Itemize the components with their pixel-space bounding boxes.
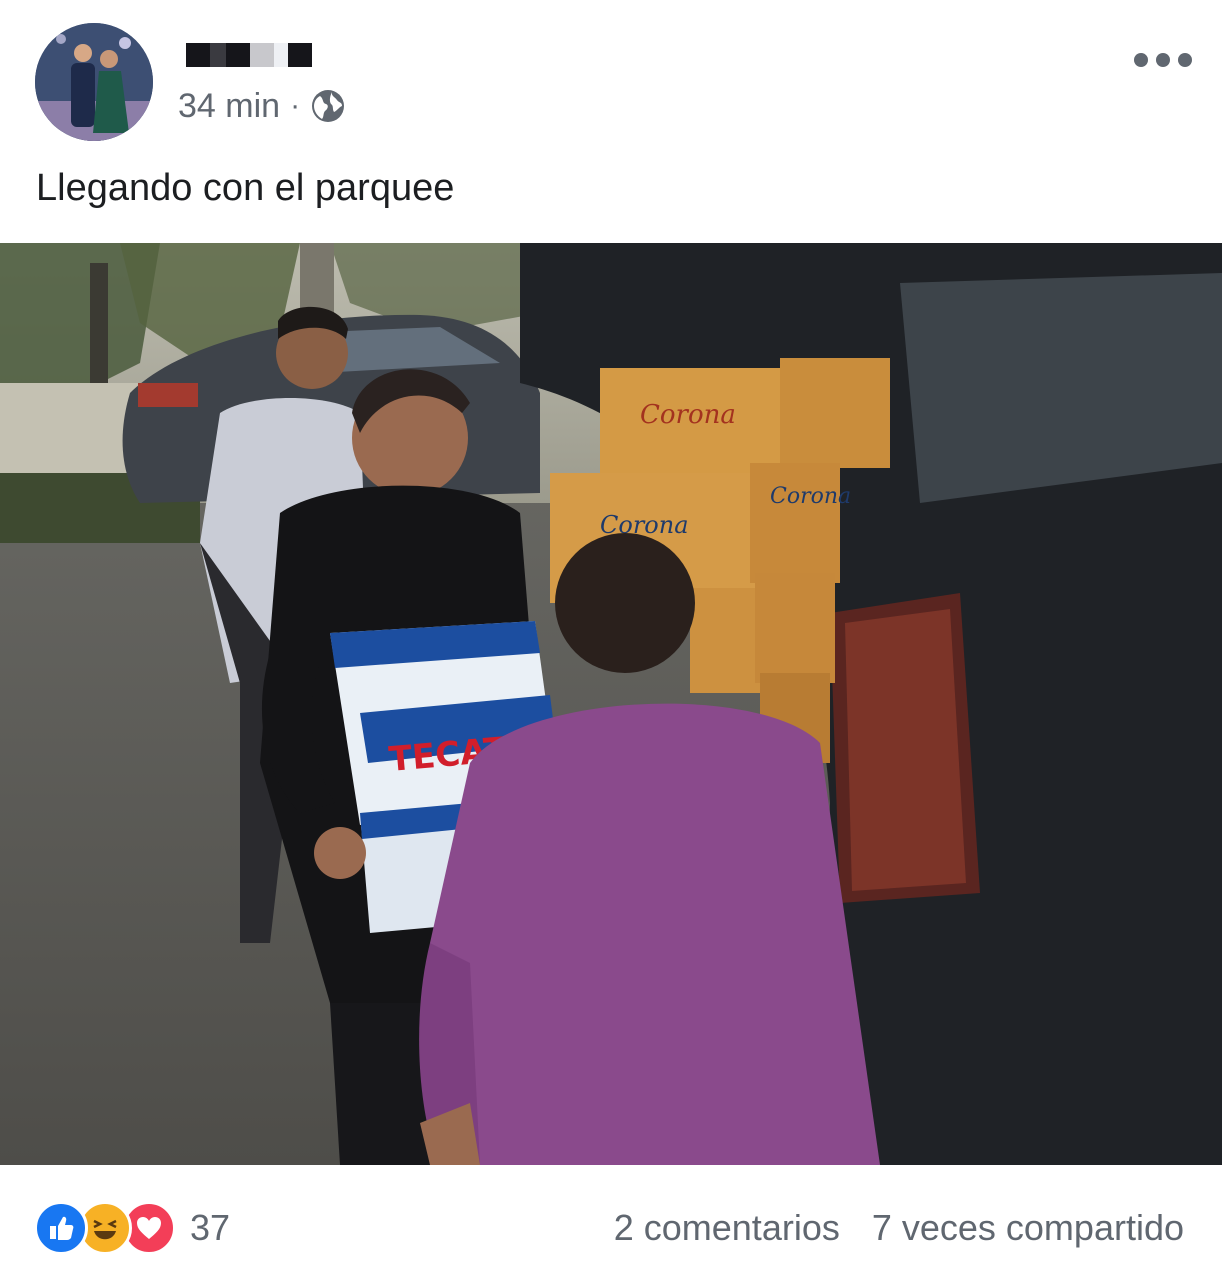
avatar[interactable] bbox=[35, 23, 153, 141]
post-footer: 37 2 comentarios 7 veces compartido bbox=[0, 1165, 1222, 1280]
box-label-1: Corona bbox=[640, 400, 736, 430]
author-name-redacted[interactable] bbox=[186, 43, 312, 67]
post-header: 34 min · bbox=[0, 0, 1222, 150]
globe-icon[interactable] bbox=[310, 88, 346, 124]
post-photo[interactable]: Corona Corona Corona TECATE bbox=[0, 243, 1222, 1165]
reactions-summary[interactable]: 37 bbox=[34, 1201, 231, 1255]
meta-separator: · bbox=[290, 89, 301, 122]
post-time[interactable]: 34 min bbox=[178, 87, 280, 126]
reaction-count: 37 bbox=[190, 1207, 231, 1248]
avatar-photo bbox=[35, 23, 153, 141]
post-text: Llegando con el parquee bbox=[36, 167, 455, 209]
post-photo-illustration: Corona Corona Corona TECATE bbox=[0, 243, 1222, 1165]
shares-link[interactable]: 7 veces compartido bbox=[872, 1207, 1184, 1249]
comments-link[interactable]: 2 comentarios bbox=[614, 1207, 840, 1249]
more-options-icon[interactable] bbox=[1134, 45, 1192, 75]
like-icon bbox=[34, 1201, 88, 1255]
engagement-links: 2 comentarios 7 veces compartido bbox=[614, 1203, 1184, 1253]
post-meta: 34 min · bbox=[178, 86, 346, 126]
box-label-3: Corona bbox=[770, 484, 851, 509]
